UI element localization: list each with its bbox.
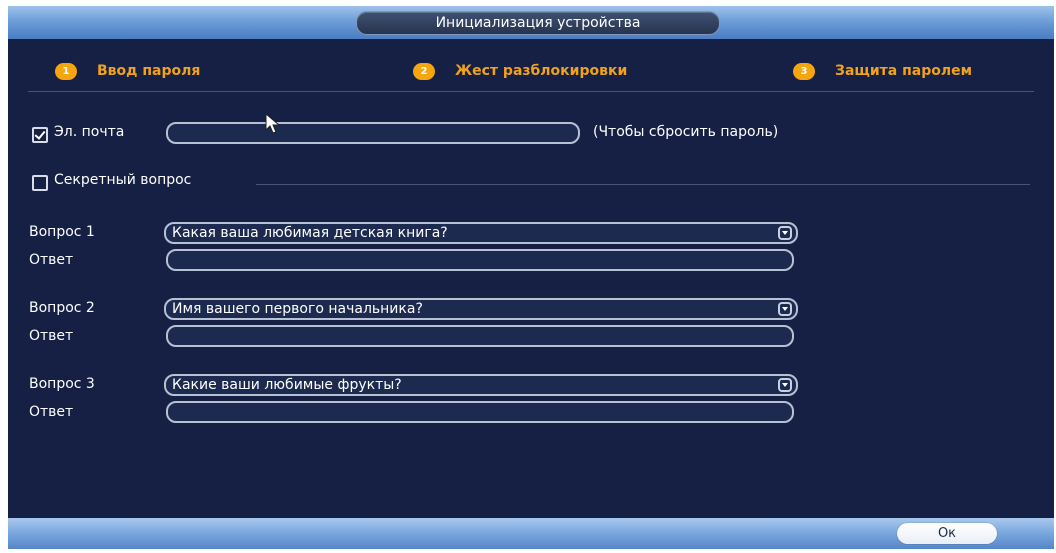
question-2-label: Вопрос 2 xyxy=(29,300,95,316)
answer-1-input[interactable] xyxy=(166,249,794,271)
step-password-protection: 3 Защита паролем xyxy=(793,56,972,86)
email-input[interactable] xyxy=(166,122,580,144)
email-hint: (Чтобы сбросить пароль) xyxy=(593,124,779,140)
check-icon xyxy=(34,128,46,140)
question-2-value: Имя вашего первого начальника? xyxy=(172,301,423,317)
mouse-cursor-icon xyxy=(265,113,281,134)
step-number-badge: 2 xyxy=(413,62,435,80)
email-label: Эл. почта xyxy=(54,124,125,140)
answer-3-input[interactable] xyxy=(166,401,794,423)
title-bar: Инициализация устройства xyxy=(8,6,1054,39)
step-password-entry: 1 Ввод пароля xyxy=(55,56,200,86)
question-2-select[interactable]: Имя вашего первого начальника? xyxy=(164,298,798,320)
device-init-window: Инициализация устройства 1 Ввод пароля 2… xyxy=(8,6,1054,549)
answer-2-label: Ответ xyxy=(29,328,74,344)
question-1-value: Какая ваша любимая детская книга? xyxy=(172,225,448,241)
step-number-badge: 1 xyxy=(55,62,77,80)
secret-question-divider xyxy=(256,184,1030,185)
question-1-label: Вопрос 1 xyxy=(29,224,95,240)
steps-divider xyxy=(28,91,1034,92)
bottom-bar: Ок xyxy=(8,518,1054,549)
step-label: Жест разблокировки xyxy=(455,63,628,79)
answer-3-label: Ответ xyxy=(29,404,74,420)
chevron-down-icon[interactable] xyxy=(778,226,792,240)
step-unlock-pattern: 2 Жест разблокировки xyxy=(413,56,627,86)
question-1-select[interactable]: Какая ваша любимая детская книга? xyxy=(164,222,798,244)
window-title: Инициализация устройства xyxy=(356,11,720,35)
step-label: Защита паролем xyxy=(835,63,973,79)
question-3-value: Какие ваши любимые фрукты? xyxy=(172,377,402,393)
answer-2-input[interactable] xyxy=(166,325,794,347)
question-3-select[interactable]: Какие ваши любимые фрукты? xyxy=(164,374,798,396)
chevron-down-icon[interactable] xyxy=(778,302,792,316)
secret-question-checkbox[interactable] xyxy=(32,175,48,191)
answer-1-label: Ответ xyxy=(29,252,74,268)
wizard-steps: 1 Ввод пароля 2 Жест разблокировки 3 Защ… xyxy=(8,56,1054,86)
question-3-label: Вопрос 3 xyxy=(29,376,95,392)
ok-button[interactable]: Ок xyxy=(897,523,997,544)
step-number-badge: 3 xyxy=(793,62,815,80)
step-label: Ввод пароля xyxy=(97,63,201,79)
email-checkbox[interactable] xyxy=(32,127,48,143)
chevron-down-icon[interactable] xyxy=(778,378,792,392)
secret-question-label: Секретный вопрос xyxy=(54,172,192,188)
